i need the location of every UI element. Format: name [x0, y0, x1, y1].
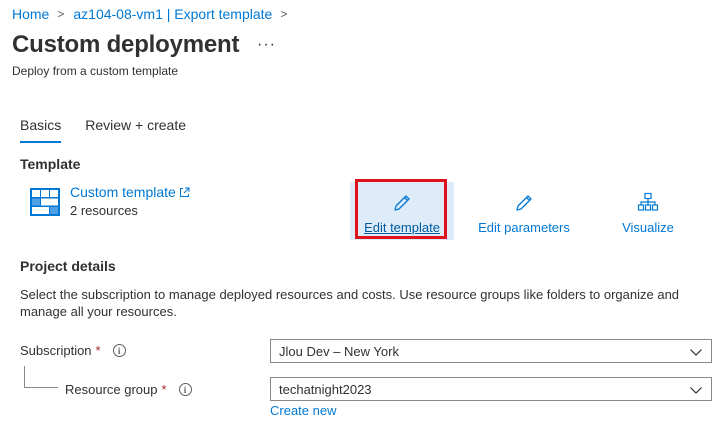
pencil-icon	[514, 192, 534, 214]
project-details-heading: Project details	[20, 258, 116, 274]
breadcrumb-separator: >	[280, 7, 288, 21]
edit-parameters-label: Edit parameters	[478, 220, 570, 235]
resource-group-value: techatnight2023	[279, 381, 372, 397]
external-link-icon	[179, 187, 190, 198]
more-options-button[interactable]: ···	[257, 36, 276, 54]
tab-basics[interactable]: Basics	[20, 117, 62, 143]
info-icon[interactable]: i	[112, 344, 126, 357]
template-heading: Template	[20, 156, 81, 172]
hierarchy-icon	[637, 192, 659, 214]
tree-connector	[24, 366, 58, 388]
tab-review-create[interactable]: Review + create	[85, 117, 186, 143]
resource-group-label: Resource group * i	[65, 382, 192, 397]
info-icon[interactable]: i	[178, 383, 192, 396]
resource-count: 2 resources	[70, 203, 138, 218]
breadcrumb-separator: >	[57, 7, 65, 21]
page-subtitle: Deploy from a custom template	[12, 64, 179, 78]
subscription-label: Subscription * i	[20, 343, 126, 358]
breadcrumb-home[interactable]: Home	[12, 6, 49, 22]
edit-parameters-button[interactable]: Edit parameters	[470, 182, 578, 240]
create-new-link[interactable]: Create new	[270, 403, 336, 418]
pencil-icon	[392, 192, 412, 214]
visualize-button[interactable]: Visualize	[612, 182, 684, 240]
template-grid-icon	[30, 188, 60, 216]
visualize-label: Visualize	[622, 220, 674, 235]
project-details-description: Select the subscription to manage deploy…	[20, 287, 680, 319]
resource-group-dropdown[interactable]: techatnight2023	[270, 377, 712, 401]
edit-template-label: Edit template	[364, 220, 440, 235]
breadcrumb: Home > az104-08-vm1 | Export template >	[12, 5, 296, 23]
custom-template-label: Custom template	[70, 184, 176, 200]
chevron-down-icon	[690, 387, 702, 394]
tab-bar: Basics Review + create	[20, 117, 210, 143]
breadcrumb-export-template[interactable]: az104-08-vm1 | Export template	[73, 6, 272, 22]
subscription-dropdown[interactable]: Jlou Dev – New York	[270, 339, 712, 363]
subscription-label-text: Subscription	[20, 343, 92, 358]
edit-template-button[interactable]: Edit template	[350, 182, 454, 240]
subscription-value: Jlou Dev – New York	[279, 343, 399, 359]
page-title: Custom deployment	[12, 31, 240, 58]
resource-group-label-text: Resource group	[65, 382, 158, 397]
required-marker: *	[95, 343, 101, 358]
chevron-down-icon	[690, 349, 702, 356]
custom-template-link[interactable]: Custom template	[70, 184, 190, 200]
required-marker: *	[161, 382, 167, 397]
